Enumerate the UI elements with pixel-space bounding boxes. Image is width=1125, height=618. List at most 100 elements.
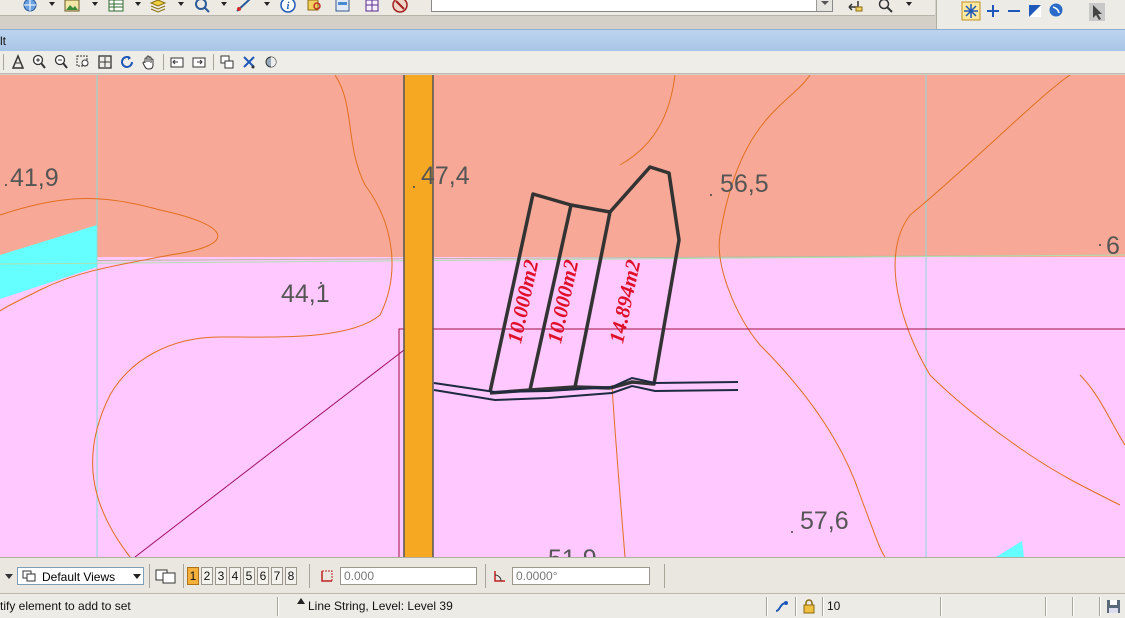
view-4-button[interactable]: 4 — [229, 567, 241, 585]
active-level[interactable]: 10 — [827, 597, 937, 616]
view-8-button[interactable]: 8 — [285, 567, 297, 585]
zoom-in-icon[interactable] — [31, 54, 47, 70]
dropdown-arrow-icon[interactable] — [221, 2, 227, 6]
spot-height-marker — [5, 184, 7, 186]
element-info: Line String, Level: Level 39 — [308, 599, 453, 613]
grid-icon[interactable] — [363, 0, 381, 13]
toolbar-separator — [183, 564, 184, 588]
view-1-button[interactable]: 1 — [187, 567, 199, 585]
status-divider — [795, 597, 797, 616]
chevron-down-icon[interactable] — [816, 0, 832, 11]
update-icon[interactable] — [10, 54, 26, 70]
globe-icon[interactable] — [21, 0, 39, 13]
spot-height-marker — [791, 531, 793, 533]
status-divider — [940, 597, 942, 616]
dropdown-arrow-icon[interactable] — [92, 2, 98, 6]
pointer-icon[interactable] — [1088, 2, 1106, 22]
view-window-titlebar[interactable]: lt — [0, 29, 1125, 51]
spot-height-label: 44,1 — [281, 280, 330, 308]
rotate-icon[interactable] — [119, 54, 135, 70]
chevron-down-icon[interactable] — [133, 574, 141, 579]
cancel-icon[interactable] — [391, 0, 409, 13]
copy-view-icon[interactable] — [219, 54, 235, 70]
status-bar: tify element to add to set Line String, … — [0, 593, 1125, 618]
status-divider — [277, 597, 279, 616]
spot-height-label: 56,5 — [720, 170, 769, 198]
dropdown-arrow-icon[interactable] — [135, 2, 141, 6]
view-5-button[interactable]: 5 — [243, 567, 255, 585]
view-groups-icon[interactable] — [154, 567, 178, 585]
status-divider — [766, 597, 768, 616]
toolbar-separator — [485, 564, 486, 588]
views-select-value: Default Views — [42, 570, 116, 584]
app-window: i lt 41,9 47,4 56,5 44,1 57,6 6 10.000m2… — [0, 0, 1125, 618]
view-6-button[interactable]: 6 — [257, 567, 269, 585]
upper-zone — [0, 75, 1125, 261]
spot-height-label: 57,6 — [800, 507, 849, 535]
view-title: lt — [0, 34, 6, 48]
save-icon[interactable] — [1106, 599, 1121, 614]
spot-height-label: 41,9 — [10, 164, 59, 192]
zoom-out-icon[interactable] — [53, 54, 69, 70]
view-7-button[interactable]: 7 — [271, 567, 283, 585]
fit-view-icon[interactable] — [97, 54, 113, 70]
status-divider — [822, 597, 824, 616]
dialog-icon[interactable] — [334, 0, 352, 13]
find-icon[interactable] — [306, 0, 324, 13]
views-select[interactable]: Default Views — [17, 567, 144, 585]
chevron-down-icon[interactable] — [4, 572, 14, 580]
clip-volume-icon[interactable] — [241, 54, 257, 70]
toolbar-separator — [163, 54, 164, 70]
views-icon — [22, 570, 36, 582]
view-2-button[interactable]: 2 — [201, 567, 213, 585]
dropdown-arrow-icon[interactable] — [264, 2, 270, 6]
status-divider — [1045, 597, 1047, 616]
toolbar-separator — [664, 564, 665, 588]
angle-field[interactable]: 0.0000° — [512, 567, 650, 585]
minus-icon[interactable] — [1006, 3, 1022, 19]
select-icon[interactable] — [193, 0, 211, 13]
plus-icon[interactable] — [985, 3, 1001, 19]
road — [404, 75, 433, 557]
search-icon[interactable] — [877, 0, 895, 13]
key-in-icon[interactable] — [846, 0, 864, 13]
picture-icon[interactable] — [63, 0, 81, 13]
fill-icon[interactable] — [1027, 3, 1043, 19]
view-toolbar — [0, 51, 1125, 74]
spot-height-marker — [710, 194, 712, 196]
view-previous-icon[interactable] — [169, 54, 185, 70]
spot-height-label: 6 — [1106, 232, 1120, 260]
message-center-icon[interactable] — [296, 598, 306, 604]
table-icon[interactable] — [107, 0, 125, 13]
spot-height-label: 51,9 — [548, 545, 597, 557]
dropdown-arrow-icon[interactable] — [49, 2, 55, 6]
snap-mode-icon[interactable] — [774, 599, 790, 614]
view-next-icon[interactable] — [191, 54, 207, 70]
view-control-bar: Default Views 1 2 3 4 5 6 7 8 0.000 0.00… — [0, 557, 1125, 593]
window-area-icon[interactable] — [75, 54, 91, 70]
render-icon[interactable] — [263, 54, 279, 70]
snap-grid-icon[interactable] — [961, 1, 981, 21]
main-toolbar: i — [0, 0, 935, 16]
info-icon[interactable]: i — [279, 0, 297, 13]
layers-icon[interactable] — [149, 0, 167, 13]
pan-icon[interactable] — [141, 54, 157, 70]
spot-height-marker — [413, 186, 415, 188]
spot-height-marker — [1099, 244, 1101, 246]
toolbar-separator — [149, 564, 150, 588]
toolbar-separator — [213, 54, 214, 70]
dropdown-arrow-icon[interactable] — [178, 2, 184, 6]
status-prompt: tify element to add to set — [0, 599, 131, 613]
lock-icon[interactable] — [802, 598, 816, 614]
view-3-button[interactable]: 3 — [215, 567, 227, 585]
angle-icon — [494, 571, 505, 582]
svg-text:i: i — [287, 1, 290, 12]
map-canvas[interactable]: 41,9 47,4 56,5 44,1 57,6 51,9 6 10.000m2… — [0, 75, 1125, 557]
command-combobox[interactable] — [431, 0, 833, 12]
globe-info-icon[interactable] — [1048, 2, 1064, 18]
distance-field[interactable]: 0.000 — [340, 567, 477, 585]
toolbar-separator — [309, 564, 310, 588]
measure-icon[interactable] — [235, 0, 253, 13]
status-divider — [1072, 597, 1074, 616]
dropdown-arrow-icon[interactable] — [906, 2, 912, 6]
